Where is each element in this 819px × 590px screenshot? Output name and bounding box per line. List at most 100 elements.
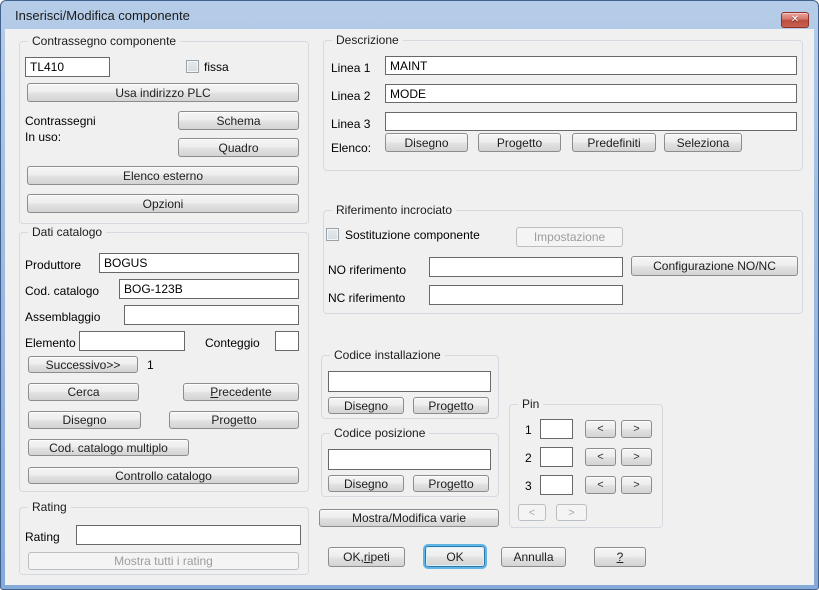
component-tag-input[interactable] [25,57,110,77]
pin3-label: 3 [525,479,532,493]
pin2-next-icon: > [633,451,640,463]
catalog-number-input[interactable] [119,279,299,299]
nc-reference-label: NC riferimento [328,291,406,305]
ok-repeat-prefix: OK, [343,550,364,564]
ok-repeat-accel: ri [363,550,371,564]
installation-project-button[interactable]: Progetto [413,397,489,414]
pin1-prev-icon: < [597,423,604,435]
location-project-button[interactable]: Progetto [413,475,489,492]
component-override-checkbox[interactable] [326,228,339,241]
line2-label: Linea 2 [331,89,371,103]
pin2-next-button[interactable]: > [621,448,652,466]
ok-repeat-button[interactable]: OK, ri peti [328,547,405,567]
pin3-next-icon: > [633,479,640,491]
rating-label: Rating [25,530,60,544]
catalog-drawing-button[interactable]: Disegno [28,411,141,429]
insert-edit-component-dialog: Inserisci/Modifica componente ✕ Contrass… [0,0,819,590]
catalog-check-button[interactable]: Controllo catalogo [28,467,299,484]
title-bar[interactable]: Inserisci/Modifica componente ✕ [1,1,818,29]
component-override-label: Sostituzione componente [345,228,480,242]
next-button[interactable]: Successivo>> [28,356,138,373]
pin3-input[interactable] [540,475,573,495]
panel-button[interactable]: Quadro [178,138,299,157]
line1-label: Linea 1 [331,61,371,75]
pin2-input[interactable] [540,447,573,467]
schematic-button[interactable]: Schema [178,111,299,130]
show-all-ratings-button[interactable]: Mostra tutti i rating [28,552,299,570]
pin3-next-button[interactable]: > [621,476,652,494]
external-list-button[interactable]: Elenco esterno [27,166,299,185]
pin-nav-next-button[interactable]: > [556,504,587,521]
pin1-input[interactable] [540,419,573,439]
no-reference-input[interactable] [429,257,623,277]
description-project-button[interactable]: Progetto [478,133,561,152]
pin-group-label: Pin [518,397,544,411]
pin1-label: 1 [525,423,532,437]
previous-button-accel: P [210,385,219,399]
options-button[interactable]: Opzioni [27,194,299,213]
fixed-checkbox-label: fissa [204,60,229,74]
pin3-prev-icon: < [597,479,604,491]
pin3-prev-button[interactable]: < [585,476,616,494]
count-label: Conteggio [205,336,260,350]
pin-nav-prev-button[interactable]: < [518,504,546,521]
catalog-project-button[interactable]: Progetto [169,411,299,429]
setup-button[interactable]: Impostazione [516,227,623,247]
assembly-label: Assemblaggio [25,310,101,324]
item-label: Elemento [25,336,76,350]
tags-in-use-label-line1: Contrassegni [25,114,96,128]
help-button-label: ? [616,550,624,564]
description-defaults-button[interactable]: Predefiniti [572,133,656,152]
previous-button[interactable]: Precedente [183,383,299,401]
manufacturer-input[interactable] [99,253,299,273]
description-drawing-button[interactable]: Disegno [385,133,468,152]
count-input[interactable] [275,331,299,351]
close-icon: ✕ [790,14,800,25]
installation-code-group-label: Codice installazione [330,348,445,362]
list-label: Elenco: [331,141,372,155]
rating-group-label: Rating [28,500,71,514]
assembly-input[interactable] [124,305,299,325]
show-edit-misc-button[interactable]: Mostra/Modifica varie [319,509,499,527]
line1-input[interactable] [385,56,797,75]
pin2-prev-icon: < [597,451,604,463]
installation-drawing-button[interactable]: Disegno [328,397,404,414]
installation-code-input[interactable] [328,371,491,392]
multiple-catalog-button[interactable]: Cod. catalogo multiplo [28,439,189,456]
location-drawing-button[interactable]: Disegno [328,475,404,492]
use-plc-address-button[interactable]: Usa indirizzo PLC [27,83,299,102]
pin1-prev-button[interactable]: < [585,420,616,438]
line3-label: Linea 3 [331,117,371,131]
no-reference-label: NO riferimento [328,263,407,277]
help-button[interactable]: ? [594,547,646,567]
manufacturer-label: Produttore [25,258,82,272]
line3-input[interactable] [385,112,797,131]
pin2-prev-button[interactable]: < [585,448,616,466]
pin2-label: 2 [525,451,532,465]
location-code-input[interactable] [328,449,491,470]
dialog-title: Inserisci/Modifica componente [15,8,190,23]
catalog-data-group-label: Dati catalogo [28,225,107,239]
catalog-number-label: Cod. catalogo [25,284,100,298]
nc-reference-input[interactable] [429,285,623,305]
pin1-next-button[interactable]: > [621,420,652,438]
fixed-checkbox[interactable] [186,60,199,73]
pin-nav-prev-icon: < [528,506,536,519]
close-button[interactable]: ✕ [781,12,809,28]
component-tag-group-label: Contrassegno componente [28,34,181,48]
ok-button[interactable]: OK [425,546,485,567]
previous-button-label: recedente [218,385,272,399]
no-nc-setup-button[interactable]: Configurazione NO/NC [631,256,798,276]
description-pick-button[interactable]: Seleziona [664,133,742,152]
cancel-button[interactable]: Annulla [501,547,566,567]
tags-in-use-label-line2: In uso: [25,130,62,144]
item-input[interactable] [79,331,185,351]
rating-input[interactable] [76,525,301,545]
pin1-next-icon: > [633,423,640,435]
line2-input[interactable] [385,84,797,103]
next-count-value: 1 [147,358,154,372]
location-code-group-label: Codice posizione [330,426,430,440]
ok-repeat-rest: peti [370,550,390,564]
lookup-button[interactable]: Cerca [28,383,139,401]
cross-reference-group-label: Riferimento incrociato [332,203,457,217]
